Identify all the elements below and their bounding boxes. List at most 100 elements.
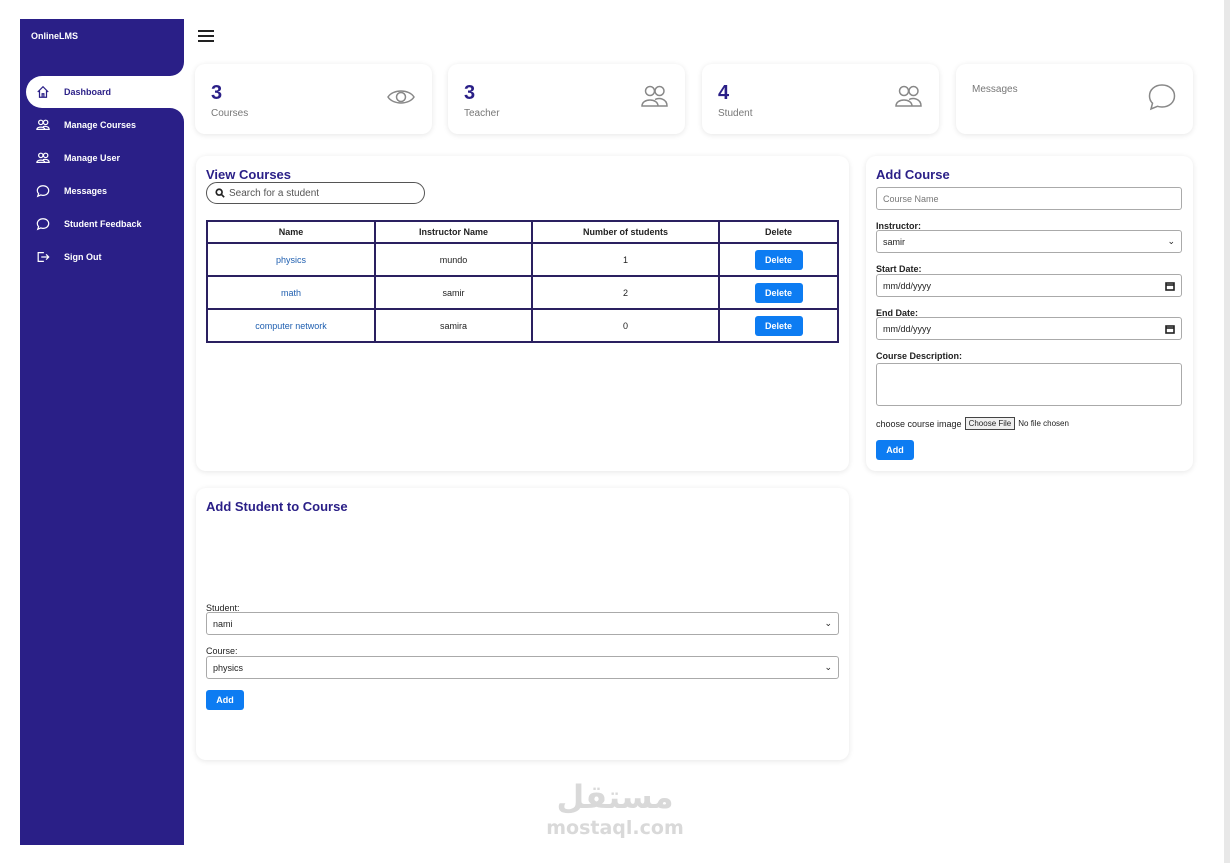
stat-value: 4 — [718, 82, 730, 104]
sidebar-item-student-feedback[interactable]: Student Feedback — [20, 207, 184, 240]
description-textarea[interactable] — [876, 363, 1182, 406]
column-header: Number of students — [531, 220, 720, 244]
search-icon — [215, 188, 225, 198]
course-image-row: choose course image Choose File No file … — [876, 417, 1069, 430]
course-name-placeholder: Course Name — [883, 193, 939, 204]
course-image-label: choose course image — [876, 418, 962, 429]
chat-icon — [36, 184, 50, 198]
sidebar: OnlineLMS Dashboard Manage Courses Manag… — [20, 19, 184, 845]
view-courses-title: View Courses — [206, 167, 292, 182]
chat-icon — [1147, 82, 1177, 112]
table-header-row: Name Instructor Name Number of students … — [206, 220, 839, 244]
delete-cell: Delete — [718, 308, 839, 343]
stat-card-teacher: 3 Teacher — [448, 64, 685, 134]
sidebar-item-label: Manage Courses — [64, 119, 137, 130]
student-count-cell: 1 — [531, 242, 720, 277]
search-input[interactable] — [229, 187, 419, 199]
course-name-link[interactable]: physics — [206, 242, 376, 277]
stat-card-messages: Messages — [956, 64, 1193, 134]
brand-logo: OnlineLMS — [31, 31, 78, 41]
watermark-arabic: مستقل — [556, 778, 674, 816]
delete-button[interactable]: Delete — [754, 249, 803, 270]
course-name-input[interactable]: Course Name — [876, 187, 1182, 210]
stat-value: 3 — [211, 82, 223, 104]
student-count-cell: 2 — [531, 275, 720, 310]
sidebar-item-label: Student Feedback — [64, 218, 142, 229]
search-box — [206, 182, 425, 204]
delete-button[interactable]: Delete — [754, 315, 803, 336]
stat-label: Student — [718, 108, 753, 119]
file-status: No file chosen — [1018, 419, 1069, 428]
student-count-cell: 0 — [531, 308, 720, 343]
start-date-input[interactable]: mm/dd/yyyy — [876, 274, 1182, 297]
table-row: computer network samira 0 Delete — [206, 308, 839, 343]
sidebar-item-messages[interactable]: Messages — [20, 174, 184, 207]
start-date-label: Start Date: — [876, 264, 922, 274]
end-date-value: mm/dd/yyyy — [883, 323, 932, 334]
choose-file-button[interactable]: Choose File — [964, 417, 1016, 430]
instructor-value: samir — [883, 236, 905, 247]
chat-icon — [36, 217, 50, 231]
course-name-link[interactable]: computer network — [206, 308, 376, 343]
page-scrollbar[interactable] — [1224, 0, 1230, 863]
instructor-select[interactable]: samir ⌄ — [876, 230, 1182, 253]
sidebar-item-manage-courses[interactable]: Manage Courses — [20, 108, 184, 141]
sidebar-item-label: Messages — [64, 185, 108, 196]
add-course-panel: Add Course Course Name Instructor: samir… — [866, 156, 1193, 471]
column-header: Instructor Name — [374, 220, 533, 244]
course-select[interactable]: physics ⌄ — [206, 656, 839, 679]
student-select[interactable]: nami ⌄ — [206, 612, 839, 635]
add-student-title: Add Student to Course — [206, 499, 348, 514]
add-student-panel: Add Student to Course Student: nami ⌄ Co… — [196, 488, 849, 760]
calendar-icon[interactable] — [1165, 281, 1175, 291]
stat-card-student: 4 Student — [702, 64, 939, 134]
sign-out-icon — [36, 250, 50, 264]
chevron-down-icon: ⌄ — [824, 662, 832, 672]
users-icon — [639, 82, 669, 112]
sidebar-curve-top — [164, 59, 184, 76]
end-date-input[interactable]: mm/dd/yyyy — [876, 317, 1182, 340]
sidebar-item-dashboard[interactable]: Dashboard — [26, 76, 184, 108]
watermark-latin: mostaql.com — [546, 817, 684, 839]
watermark: مستقل mostaql.com — [540, 777, 690, 839]
view-courses-panel: View Courses Name Instructor Name Number… — [196, 156, 849, 471]
home-icon — [36, 85, 50, 99]
menu-toggle-icon[interactable] — [198, 30, 214, 42]
chevron-down-icon: ⌄ — [824, 618, 832, 628]
users-icon — [893, 82, 923, 112]
course-name-link[interactable]: math — [206, 275, 376, 310]
stat-label: Teacher — [464, 108, 500, 119]
student-value: nami — [213, 618, 233, 629]
sidebar-nav: Dashboard Manage Courses Manage User Mes… — [20, 76, 184, 273]
delete-cell: Delete — [718, 275, 839, 310]
sidebar-item-label: Sign Out — [64, 251, 102, 262]
users-icon — [36, 151, 50, 165]
stat-label: Messages — [972, 84, 1018, 95]
table-row: physics mundo 1 Delete — [206, 242, 839, 277]
description-label: Course Description: — [876, 351, 963, 361]
delete-cell: Delete — [718, 242, 839, 277]
instructor-cell: samir — [374, 275, 533, 310]
sidebar-item-sign-out[interactable]: Sign Out — [20, 240, 184, 273]
stat-value: 3 — [464, 82, 476, 104]
start-date-value: mm/dd/yyyy — [883, 280, 932, 291]
instructor-cell: samira — [374, 308, 533, 343]
stat-label: Courses — [211, 108, 249, 119]
column-header: Name — [206, 220, 376, 244]
add-course-button[interactable]: Add — [876, 440, 914, 460]
delete-button[interactable]: Delete — [754, 282, 803, 303]
column-header: Delete — [718, 220, 839, 244]
sidebar-item-label: Manage User — [64, 152, 121, 163]
sidebar-item-label: Dashboard — [64, 87, 112, 97]
add-student-button[interactable]: Add — [206, 690, 244, 710]
table-row: math samir 2 Delete — [206, 275, 839, 310]
calendar-icon[interactable] — [1165, 324, 1175, 334]
stat-card-courses: 3 Courses — [195, 64, 432, 134]
add-course-title: Add Course — [876, 167, 950, 182]
course-label: Course: — [206, 646, 238, 656]
course-value: physics — [213, 662, 244, 673]
eye-icon — [386, 82, 416, 112]
users-icon — [36, 118, 50, 132]
sidebar-item-manage-user[interactable]: Manage User — [20, 141, 184, 174]
instructor-cell: mundo — [374, 242, 533, 277]
